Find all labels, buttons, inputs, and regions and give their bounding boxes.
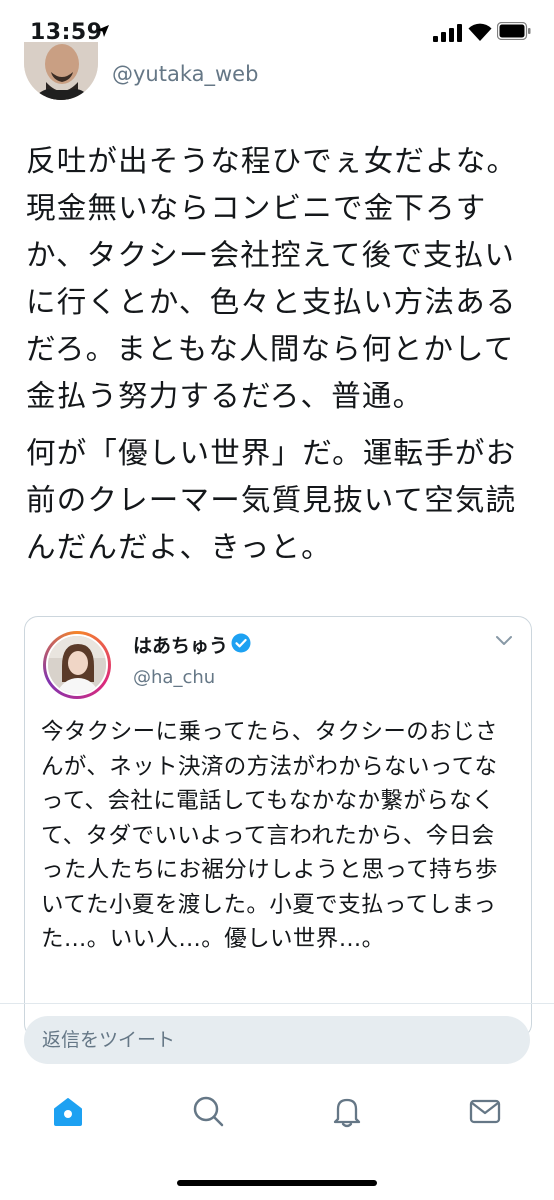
notifications-icon[interactable] <box>330 1094 364 1128</box>
home-indicator[interactable] <box>177 1180 377 1186</box>
quoted-avatar-photo <box>48 636 106 694</box>
reply-input[interactable]: 返信をツイート <box>24 1016 530 1064</box>
divider <box>0 1003 554 1004</box>
author-handle[interactable]: @yutaka_web <box>112 62 258 86</box>
tweet-paragraph: 反吐が出そうな程ひでぇ女だよな。現金無いならコンビニで金下ろすか、タクシー会社控… <box>26 144 518 413</box>
tweet-paragraph: 何が「優しい世界」だ。運転手がお前のクレーマー気質見抜いて空気読んだんだよ、きっ… <box>26 436 517 564</box>
messages-icon[interactable] <box>468 1094 502 1128</box>
battery-icon <box>497 22 531 40</box>
chevron-down-icon[interactable] <box>495 635 513 647</box>
quoted-tweet-card[interactable]: はあちゅう @ha_chu 今タクシーに乗ってたら、タクシーのおじさんが、ネット… <box>24 616 532 1038</box>
cellular-signal-icon <box>433 24 462 42</box>
quoted-avatar[interactable] <box>43 631 111 699</box>
home-icon[interactable] <box>51 1094 85 1128</box>
wifi-icon <box>468 23 492 41</box>
search-icon[interactable] <box>191 1094 225 1128</box>
verified-badge-icon <box>231 633 251 653</box>
author-photo <box>24 42 98 100</box>
quoted-display-name[interactable]: はあちゅう <box>133 631 228 658</box>
quoted-tweet-text: 今タクシーに乗ってたら、タクシーのおじさんが、ネット決済の方法がわからないってな… <box>41 719 498 952</box>
location-arrow-icon <box>97 25 109 37</box>
quoted-handle[interactable]: @ha_chu <box>133 667 215 688</box>
author-avatar[interactable] <box>24 42 98 100</box>
tweet-text: 反吐が出そうな程ひでぇ女だよな。現金無いならコンビニで金下ろすか、タクシー会社控… <box>26 138 526 581</box>
